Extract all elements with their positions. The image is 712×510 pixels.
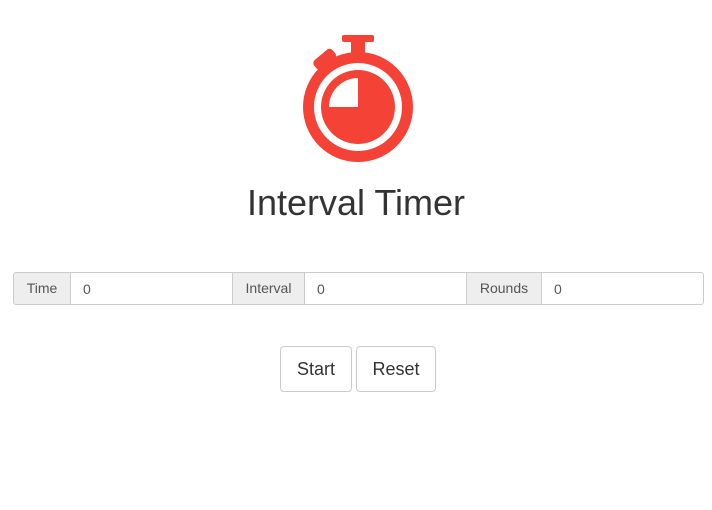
interval-input-group: Interval [232,272,466,305]
reset-button[interactable]: Reset [356,346,436,392]
timer-controls: Start Reset [280,346,436,392]
stopwatch-icon [303,35,413,162]
interval-timer-page: Interval Timer Time Interval Rounds Star… [0,0,712,510]
interval-label: Interval [232,272,304,305]
rounds-input[interactable] [541,272,704,305]
page-title: Interval Timer [246,182,466,223]
time-input-group: Time [13,272,232,305]
interval-input[interactable] [304,272,466,305]
rounds-label: Rounds [466,272,541,305]
timer-settings-form: Time Interval Rounds [13,272,704,305]
rounds-input-group: Rounds [466,272,704,305]
time-label: Time [13,272,70,305]
time-input[interactable] [70,272,232,305]
start-button[interactable]: Start [280,346,352,392]
